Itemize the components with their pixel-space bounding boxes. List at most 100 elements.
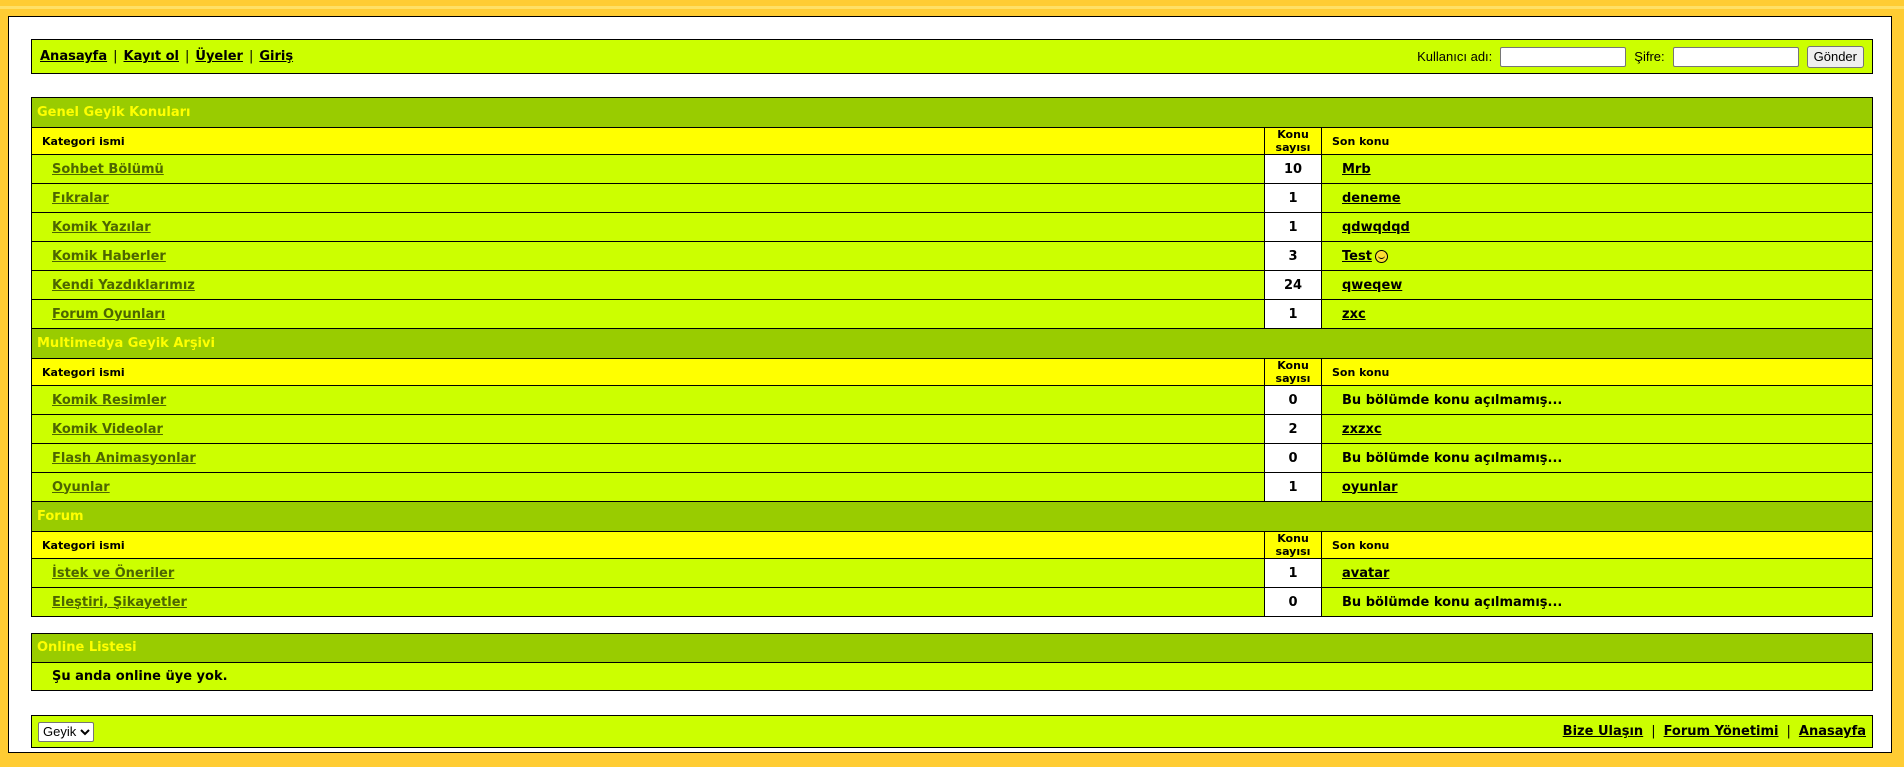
username-label: Kullanıcı adı: — [1417, 49, 1493, 64]
column-header-row: Kategori ismi Konu sayısı Son konu — [32, 127, 1872, 155]
category-cell: Sohbet Bölümü — [32, 154, 1265, 184]
no-topic-text: Bu bölümde konu açılmamış... — [1342, 392, 1563, 408]
category-link[interactable]: Oyunlar — [52, 480, 110, 495]
last-topic-cell: deneme — [1321, 183, 1872, 213]
footer-bar: Geyik Bize Ulaşın | Forum Yönetimi | Ana… — [31, 715, 1873, 748]
column-header-row: Kategori ismi Konu sayısı Son konu — [32, 531, 1872, 559]
smiley-icon — [1374, 249, 1388, 263]
section-header: Genel Geyik Konuları — [32, 98, 1872, 128]
column-header-category: Kategori ismi — [32, 358, 1265, 386]
category-cell: Komik Yazılar — [32, 212, 1265, 242]
nav-separator: | — [185, 49, 190, 64]
category-link[interactable]: Fıkralar — [52, 191, 109, 206]
last-topic-cell: zxc — [1321, 299, 1872, 329]
footer-contact-link[interactable]: Bize Ulaşın — [1563, 724, 1644, 739]
last-topic-cell: qdwqdqd — [1321, 212, 1872, 242]
last-topic-link[interactable]: avatar — [1342, 566, 1389, 581]
last-topic-link[interactable]: deneme — [1342, 191, 1401, 206]
section-header: Forum — [32, 501, 1872, 532]
category-cell: Kendi Yazdıklarımız — [32, 270, 1265, 300]
last-topic-link[interactable]: qdwqdqd — [1342, 220, 1410, 235]
nav-separator: | — [113, 49, 118, 64]
table-row: Flash Animasyonlar 0 Bu bölümde konu açılm… — [32, 443, 1872, 473]
last-topic-link[interactable]: zxc — [1342, 307, 1366, 322]
topic-count: 10 — [1264, 154, 1322, 184]
last-topic-link[interactable]: Test — [1342, 249, 1372, 264]
section-title: Genel Geyik Konuları — [32, 98, 1872, 128]
last-topic-link[interactable]: oyunlar — [1342, 480, 1398, 495]
section-title: Multimedya Geyik Arşivi — [32, 328, 1872, 359]
table-row: Komik Yazılar 1 qdwqdqd — [32, 212, 1872, 242]
last-topic-cell: Mrb — [1321, 154, 1872, 184]
online-list: Online Listesi Şu anda online üye yok. — [31, 633, 1873, 691]
category-link[interactable]: Komik Resimler — [52, 393, 166, 408]
footer-home-link[interactable]: Anasayfa — [1799, 724, 1866, 739]
footer-admin-link[interactable]: Forum Yönetimi — [1664, 724, 1779, 739]
table-row: Fıkralar 1 deneme — [32, 183, 1872, 213]
last-topic-cell: Bu bölümde konu açılmamış... — [1321, 385, 1872, 415]
last-topic-link[interactable]: Mrb — [1342, 162, 1371, 177]
category-cell: Eleştiri, Şikayetler — [32, 587, 1265, 616]
category-cell: Flash Animasyonlar — [32, 443, 1265, 473]
category-link[interactable]: Komik Videolar — [52, 422, 163, 437]
last-topic-link[interactable]: zxzxc — [1342, 422, 1382, 437]
table-row: Eleştiri, Şikayetler 0 Bu bölümde konu açı… — [32, 587, 1872, 616]
last-topic-cell: zxzxc — [1321, 414, 1872, 444]
category-link[interactable]: Kendi Yazdıklarımız — [52, 278, 195, 293]
topic-count: 2 — [1264, 414, 1322, 444]
last-topic-cell: Bu bölümde konu açılmamış... — [1321, 443, 1872, 473]
category-link[interactable]: Komik Haberler — [52, 249, 166, 264]
column-header-count: Konu sayısı — [1264, 127, 1322, 155]
last-topic-cell: qweqew — [1321, 270, 1872, 300]
nav-home-link[interactable]: Anasayfa — [40, 49, 107, 64]
category-cell: İstek ve Öneriler — [32, 558, 1265, 588]
section-title: Forum — [32, 501, 1872, 532]
last-topic-link[interactable]: qweqew — [1342, 278, 1402, 293]
last-topic-cell: Test — [1321, 241, 1872, 271]
topic-count: 1 — [1264, 183, 1322, 213]
column-header-count: Konu sayısı — [1264, 358, 1322, 386]
no-topic-text: Bu bölümde konu açılmamış... — [1342, 450, 1563, 466]
category-link[interactable]: Flash Animasyonlar — [52, 451, 196, 466]
category-link[interactable]: Forum Oyunları — [52, 307, 165, 322]
nav-members-link[interactable]: Üyeler — [195, 49, 243, 64]
topic-count: 0 — [1264, 443, 1322, 473]
forum-table: Genel Geyik Konuları Kategori ismi Konu sa… — [32, 98, 1872, 616]
column-header-last: Son konu — [1321, 358, 1872, 386]
topic-count: 3 — [1264, 241, 1322, 271]
category-cell: Forum Oyunları — [32, 299, 1265, 329]
online-list-text: Şu anda online üye yok. — [52, 669, 228, 684]
column-header-row: Kategori ismi Konu sayısı Son konu — [32, 358, 1872, 386]
table-row: İstek ve Öneriler 1 avatar — [32, 558, 1872, 588]
password-label: Şifre: — [1634, 49, 1665, 64]
topic-count: 24 — [1264, 270, 1322, 300]
category-cell: Komik Videolar — [32, 414, 1265, 444]
top-navbar: Anasayfa | Kayıt ol | Üyeler | Giriş Kul… — [31, 39, 1873, 74]
topic-count: 1 — [1264, 558, 1322, 588]
category-link[interactable]: Komik Yazılar — [52, 220, 151, 235]
online-list-title: Online Listesi — [32, 634, 1872, 663]
footer-links: Bize Ulaşın | Forum Yönetimi | Anasayfa — [1563, 724, 1866, 739]
submit-button[interactable]: Gönder — [1806, 45, 1864, 68]
column-header-category: Kategori ismi — [32, 127, 1265, 155]
table-row: Forum Oyunları 1 zxc — [32, 299, 1872, 329]
table-row: Oyunlar 1 oyunlar — [32, 472, 1872, 502]
nav-separator: | — [248, 49, 254, 64]
category-link[interactable]: Eleştiri, Şikayetler — [52, 595, 187, 610]
nav-login-link[interactable]: Giriş — [259, 49, 293, 64]
column-header-last: Son konu — [1321, 127, 1872, 155]
column-header-count: Konu sayısı — [1264, 531, 1322, 559]
no-topic-text: Bu bölümde konu açılmamış... — [1342, 594, 1563, 610]
category-link[interactable]: İstek ve Öneriler — [52, 566, 174, 581]
nav-register-link[interactable]: Kayıt ol — [124, 49, 180, 64]
theme-select[interactable]: Geyik — [38, 721, 94, 742]
page-container: Anasayfa | Kayıt ol | Üyeler | Giriş Kul… — [8, 16, 1892, 753]
category-link[interactable]: Sohbet Bölümü — [52, 162, 164, 177]
category-cell: Komik Haberler — [32, 241, 1265, 271]
password-input[interactable] — [1672, 46, 1799, 67]
footer-separator: | — [1786, 724, 1791, 739]
column-header-category: Kategori ismi — [32, 531, 1265, 559]
category-cell: Fıkralar — [32, 183, 1265, 213]
username-input[interactable] — [1500, 46, 1627, 67]
table-row: Komik Videolar 2 zxzxc — [32, 414, 1872, 444]
